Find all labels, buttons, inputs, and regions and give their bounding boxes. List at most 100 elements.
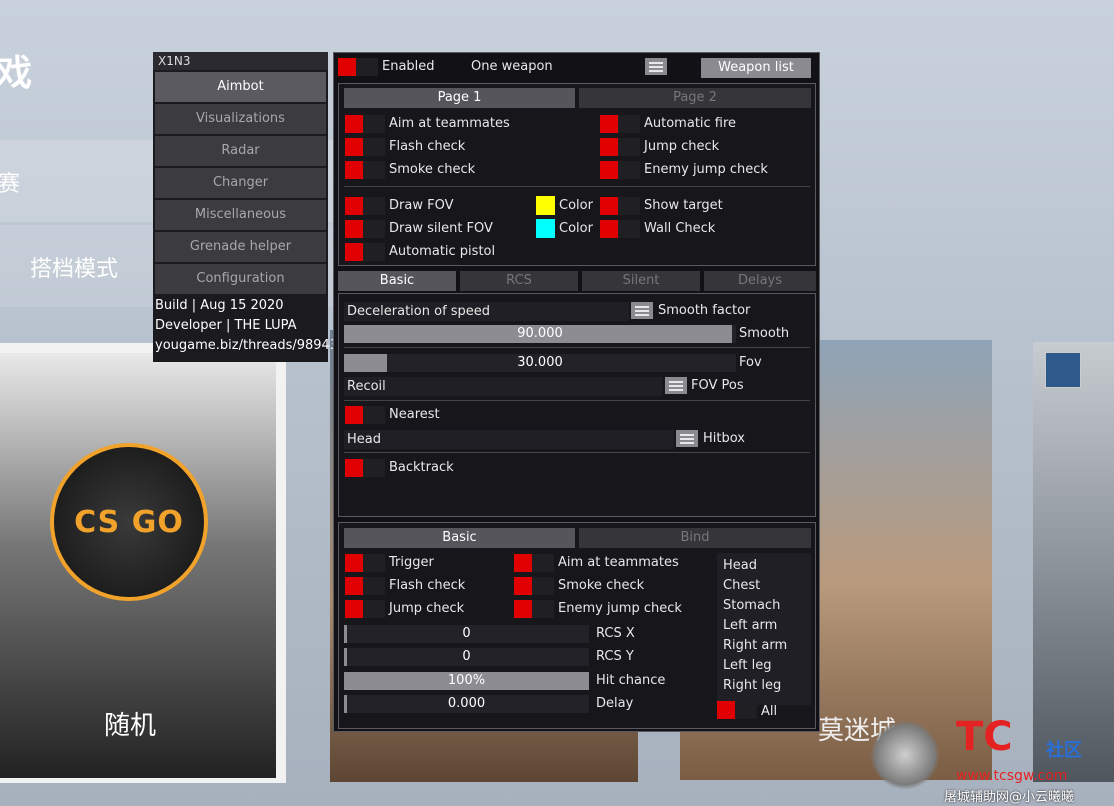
rcs-y-slider[interactable]: 0 (344, 648, 589, 666)
hitbox-label: Hitbox (703, 431, 745, 446)
sidebar-item-miscellaneous[interactable]: Miscellaneous (155, 200, 326, 230)
hitbox-menu-icon[interactable] (676, 430, 698, 447)
hitbox-list-item-stomach[interactable]: Stomach (723, 598, 780, 613)
trigger-enemy-jump-check-checkbox[interactable] (514, 600, 554, 618)
sidebar-item-radar[interactable]: Radar (155, 136, 326, 166)
general-divider (344, 186, 810, 187)
hitbox-list-item-right-arm[interactable]: Right arm (723, 638, 787, 653)
tab-page-1[interactable]: Page 1 (344, 88, 575, 108)
cheat-sidebar: X1N3 Aimbot Visualizations Radar Changer… (153, 52, 343, 362)
sidebar-item-visualizations[interactable]: Visualizations (155, 104, 326, 134)
wall-check-checkbox[interactable] (600, 220, 640, 238)
draw-silent-fov-label: Draw silent FOV (389, 221, 493, 236)
automatic-fire-checkbox[interactable] (600, 115, 640, 133)
hitbox-list-item-right-leg[interactable]: Right leg (723, 678, 781, 693)
backtrack-checkbox[interactable] (345, 459, 385, 477)
tab-rcs[interactable]: RCS (460, 271, 578, 291)
fov-pos-select[interactable]: Recoil (344, 377, 662, 396)
background-mode-label[interactable]: 搭档模式 (30, 251, 118, 283)
rcs-y-slider-value: 0 (462, 649, 471, 664)
forum-url: yougame.biz/threads/98943/ (155, 338, 343, 353)
trigger-jump-check-checkbox[interactable] (345, 600, 385, 618)
random-map-card-image: CS GO 随机 (0, 353, 276, 778)
nearest-checkbox[interactable] (345, 406, 385, 424)
sidebar-item-changer[interactable]: Changer (155, 168, 326, 198)
automatic-pistol-checkbox[interactable] (345, 243, 385, 261)
trigger-checkbox[interactable] (345, 554, 385, 572)
trigger-jump-check-label: Jump check (389, 601, 465, 616)
smooth-factor-menu-icon[interactable] (631, 302, 653, 319)
hit-chance-slider[interactable]: 100% (344, 672, 589, 690)
weapon-mode-value[interactable]: One weapon (471, 59, 553, 74)
all-hitboxes-checkbox[interactable] (717, 701, 757, 719)
delay-label: Delay (596, 696, 634, 711)
tab-trigger-basic[interactable]: Basic (344, 528, 575, 548)
trigger-enemy-jump-check-label: Enemy jump check (558, 601, 682, 616)
weapon-list-button[interactable]: Weapon list >>> (701, 58, 811, 95)
all-hitboxes-label: All (761, 704, 778, 719)
main-panel: Enabled One weapon Weapon list >>> Page … (333, 52, 820, 732)
enemy-jump-check-label: Enemy jump check (644, 162, 768, 177)
trigger-settings-group: Basic Bind Trigger Flash check Jump chec… (338, 522, 816, 729)
backtrack-label: Backtrack (389, 460, 454, 475)
fov-pos-label: FOV Pos (691, 378, 744, 393)
trigger-aim-at-teammates-checkbox[interactable] (514, 554, 554, 572)
enabled-label: Enabled (382, 59, 435, 74)
random-map-label: 随机 (104, 711, 157, 741)
aim-divider-1 (344, 347, 810, 348)
fov-slider[interactable]: 30.000 (344, 354, 736, 372)
smoke-check-checkbox[interactable] (345, 161, 385, 179)
weapon-mode-menu-icon[interactable] (645, 58, 667, 75)
aim-at-teammates-label: Aim at teammates (389, 116, 510, 131)
hitbox-list-item-chest[interactable]: Chest (723, 578, 760, 593)
tab-page-2[interactable]: Page 2 (579, 88, 811, 108)
watermark: TC 社区 www.tcsgw.com 屠城辅助网@小云曦曦 (860, 710, 1114, 806)
sidebar-item-configuration[interactable]: Configuration (155, 264, 326, 294)
smooth-label: Smooth (739, 326, 790, 341)
fov-color-swatch[interactable] (536, 196, 555, 215)
automatic-fire-label: Automatic fire (644, 116, 737, 131)
sidebar-item-aimbot[interactable]: Aimbot (155, 72, 326, 102)
watermark-footer: 屠城辅助网@小云曦曦 (944, 790, 1075, 805)
mascot-icon (870, 720, 940, 790)
flash-check-checkbox[interactable] (345, 138, 385, 156)
hitbox-select[interactable]: Head (344, 430, 674, 449)
aim-divider-2 (344, 400, 810, 401)
hitbox-list-item-left-leg[interactable]: Left leg (723, 658, 771, 673)
smooth-slider-value: 90.000 (517, 326, 563, 341)
draw-fov-checkbox[interactable] (345, 197, 385, 215)
tab-trigger-bind[interactable]: Bind (579, 528, 811, 548)
trigger-smoke-check-checkbox[interactable] (514, 577, 554, 595)
smooth-factor-label: Smooth factor (658, 303, 751, 318)
build-info: Build | Aug 15 2020 Developer | THE LUPA… (153, 294, 343, 358)
silent-fov-color-swatch[interactable] (536, 219, 555, 238)
rcs-x-slider-value: 0 (462, 626, 471, 641)
hitbox-list-item-left-arm[interactable]: Left arm (723, 618, 777, 633)
build-date: Build | Aug 15 2020 (155, 298, 284, 313)
tab-silent[interactable]: Silent (582, 271, 700, 291)
enabled-checkbox[interactable] (338, 58, 378, 76)
smooth-factor-select[interactable]: Deceleration of speed (344, 302, 629, 321)
fov-color-label: Color (559, 198, 593, 213)
hitbox-list-item-head[interactable]: Head (723, 558, 757, 573)
rcs-x-slider[interactable]: 0 (344, 625, 589, 643)
show-target-checkbox[interactable] (600, 197, 640, 215)
tab-basic[interactable]: Basic (338, 271, 456, 291)
delay-slider[interactable]: 0.000 (344, 695, 589, 713)
trigger-aim-at-teammates-label: Aim at teammates (558, 555, 679, 570)
sidebar-item-grenade-helper[interactable]: Grenade helper (155, 232, 326, 262)
jump-check-checkbox[interactable] (600, 138, 640, 156)
random-map-card[interactable]: CS GO 随机 (0, 343, 286, 783)
tab-delays[interactable]: Delays (704, 271, 816, 291)
background-menu-char: 赛 (0, 172, 21, 197)
trigger-flash-check-checkbox[interactable] (345, 577, 385, 595)
watermark-logo: TC (956, 714, 1013, 760)
enemy-jump-check-checkbox[interactable] (600, 161, 640, 179)
smooth-slider[interactable]: 90.000 (344, 325, 736, 343)
draw-silent-fov-checkbox[interactable] (345, 220, 385, 238)
aim-at-teammates-checkbox[interactable] (345, 115, 385, 133)
fov-pos-menu-icon[interactable] (665, 377, 687, 394)
nearest-label: Nearest (389, 407, 440, 422)
trigger-flash-check-label: Flash check (389, 578, 466, 593)
aim-divider-3 (344, 452, 810, 453)
